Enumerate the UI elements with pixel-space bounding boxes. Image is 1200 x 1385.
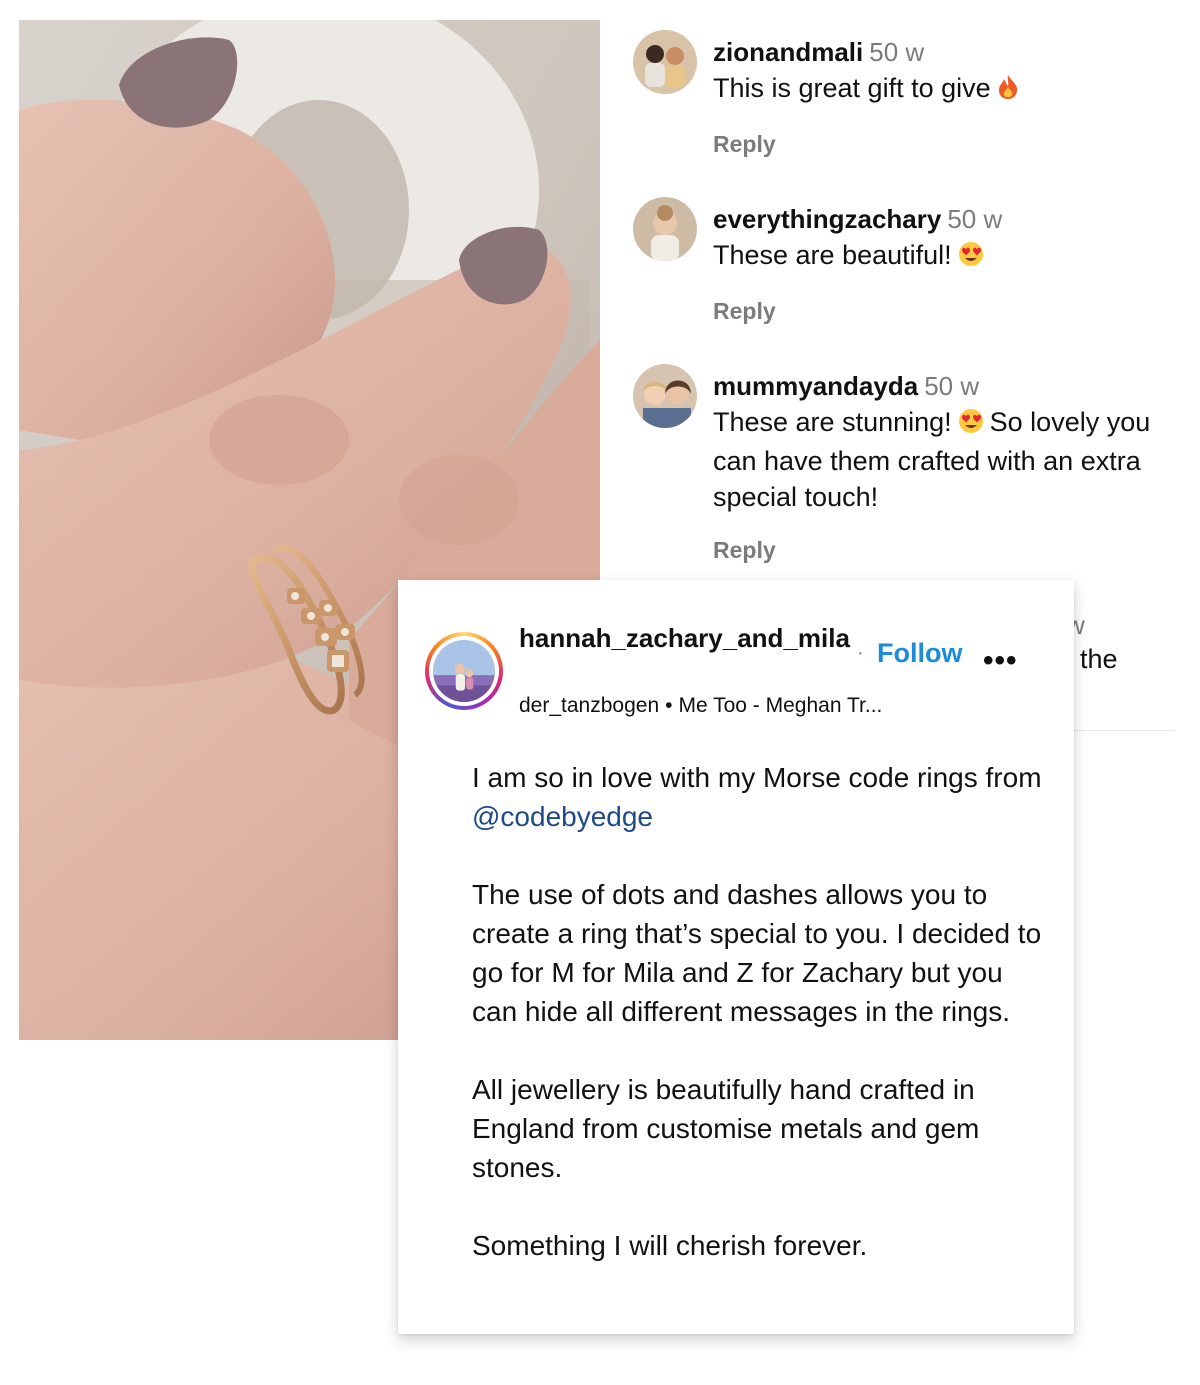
comment-time: 50 w [947, 204, 1003, 234]
caption-paragraph: I am so in love with my Morse code rings… [472, 758, 1042, 836]
comment-time: 50 w [924, 371, 980, 401]
post-caption: I am so in love with my Morse code rings… [472, 758, 1042, 1265]
fire-emoji-icon [997, 73, 1019, 109]
audio-info[interactable]: der_tanzbogen • Me Too - Meghan Tr... [519, 694, 882, 718]
audio-author[interactable]: der_tanzbogen [519, 694, 659, 717]
comment-username[interactable]: everythingzachary [713, 204, 941, 234]
profile-avatar[interactable] [425, 632, 503, 710]
comment-text: These are beautiful! [713, 240, 952, 270]
reply-button[interactable]: Reply [713, 298, 1163, 325]
reply-button[interactable]: Reply [713, 537, 1163, 564]
divider [1074, 730, 1174, 731]
comment-username[interactable]: zionandmali [713, 37, 863, 67]
heart-eyes-emoji-icon [958, 407, 984, 443]
follow-button[interactable]: Follow [877, 638, 962, 669]
more-options-icon[interactable]: ••• [983, 644, 1018, 678]
caption-paragraph: The use of dots and dashes allows you to… [472, 879, 1042, 1027]
comment-text: These are stunning! [713, 407, 952, 437]
heart-eyes-emoji-icon [958, 240, 984, 276]
avatar[interactable] [633, 197, 697, 261]
comment-username[interactable]: mummyandayda [713, 371, 918, 401]
comment-time: 50 w [869, 37, 925, 67]
separator-dot: · [857, 642, 864, 664]
caption-paragraph: Something I will cherish forever. [472, 1230, 868, 1261]
caption-paragraph: All jewellery is beautifully hand crafte… [472, 1074, 980, 1183]
audio-track[interactable]: Me Too - Meghan Tr... [678, 694, 882, 717]
reply-button[interactable]: Reply [713, 131, 1163, 158]
avatar[interactable] [633, 364, 697, 428]
caption-text: I am so in love with my Morse code rings… [472, 762, 1042, 793]
comment-text: This is great gift to give [713, 73, 991, 103]
mention-link[interactable]: @codebyedge [472, 801, 653, 832]
avatar[interactable] [633, 30, 697, 94]
post-card: hannah_zachary_and_mila · Follow ••• der… [398, 580, 1074, 1334]
hidden-comment-text: the [1080, 644, 1118, 674]
audio-separator: • [665, 694, 673, 717]
post-username[interactable]: hannah_zachary_and_mila [519, 620, 859, 656]
